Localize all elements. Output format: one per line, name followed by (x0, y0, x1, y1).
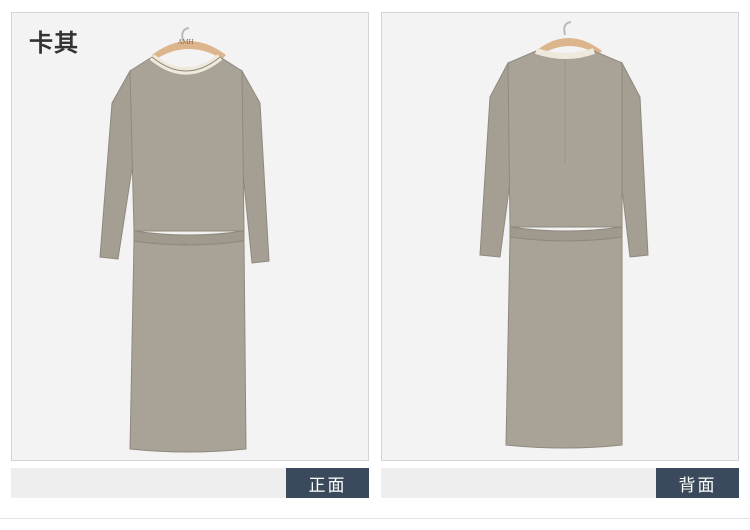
back-view-tag: 背面 (656, 468, 739, 498)
svg-text:AMH: AMH (177, 39, 194, 46)
back-view-panel (381, 12, 739, 461)
front-view-panel: AMH 卡其 (11, 12, 369, 461)
front-view-dress-photo: AMH (99, 27, 270, 453)
back-view-caption-bar: 背面 (381, 468, 739, 498)
divider (0, 518, 750, 519)
hanger-icon: AMH (152, 27, 226, 59)
front-view-tag: 正面 (286, 468, 369, 498)
color-name-label: 卡其 (29, 29, 79, 57)
front-view-caption-bar: 正面 (11, 468, 369, 498)
back-view-dress-photo (479, 21, 649, 449)
